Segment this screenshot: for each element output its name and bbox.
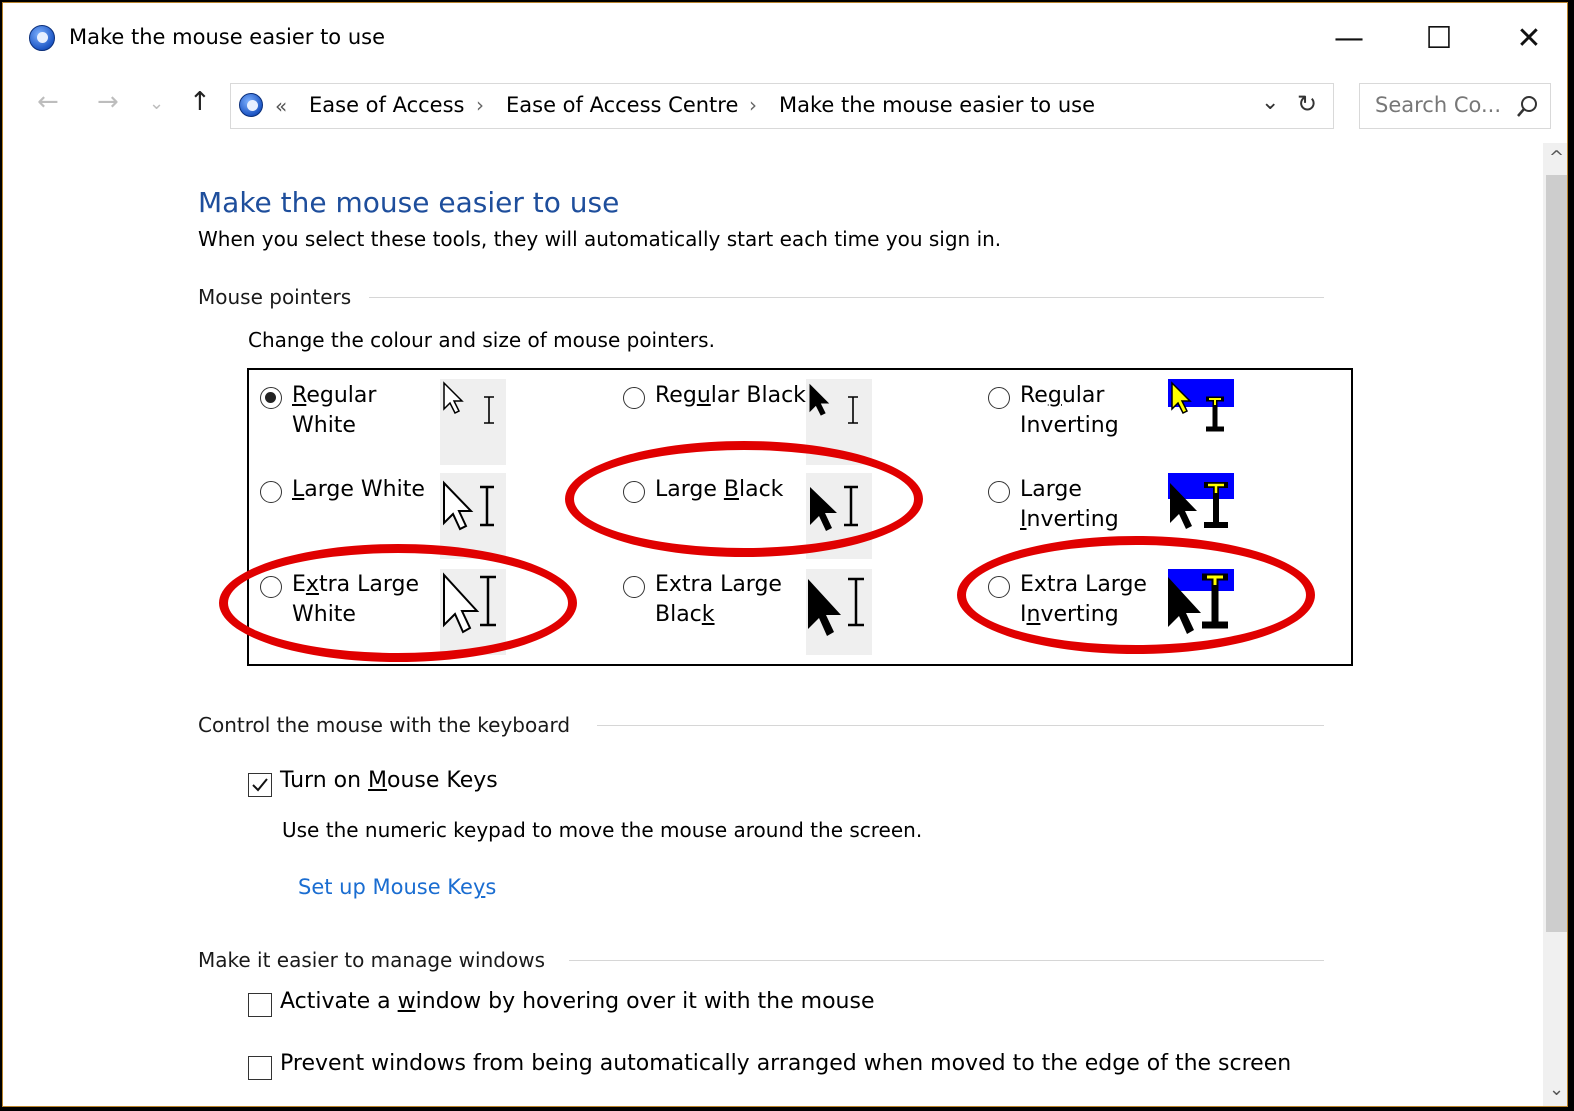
close-button[interactable]: ✕: [1499, 13, 1559, 63]
breadcrumb-ease-of-access[interactable]: Ease of Access: [309, 93, 464, 117]
window: Make the mouse easier to use — ☐ ✕ ← → ⌄…: [2, 2, 1568, 1107]
pointer-preview: [440, 473, 506, 559]
label-large-white[interactable]: Large White: [292, 475, 425, 505]
label-line-1: Regular: [1020, 383, 1105, 408]
label-line-2: Black: [655, 602, 715, 627]
breadcrumb-current[interactable]: Make the mouse easier to use: [779, 93, 1095, 117]
label-regular-black[interactable]: Regular Black: [655, 381, 806, 411]
label-extra-large-inverting[interactable]: Extra Large Inverting: [1020, 570, 1147, 630]
search-box[interactable]: Search Co...: [1359, 83, 1551, 129]
label-line-2: Inverting: [1020, 413, 1119, 438]
pointers-description: Change the colour and size of mouse poin…: [248, 328, 715, 352]
pointer-preview: [1168, 473, 1234, 559]
label-extra-large-black[interactable]: Extra Large Black: [655, 570, 782, 630]
radio-regular-black[interactable]: [623, 387, 645, 409]
label-line-1: Regular: [292, 383, 377, 408]
minimize-button[interactable]: —: [1319, 13, 1379, 63]
radio-large-black[interactable]: [623, 481, 645, 503]
section-windows-title: Make it easier to manage windows: [198, 948, 545, 972]
radio-extra-large-black[interactable]: [623, 576, 645, 598]
forward-button[interactable]: →: [97, 87, 119, 117]
label-line-1: Large White: [292, 477, 425, 502]
radio-extra-large-white[interactable]: [260, 576, 282, 598]
breadcrumb-separator: ›: [476, 93, 484, 117]
recent-locations-button[interactable]: ⌄: [149, 93, 164, 114]
section-mouse-pointers-title: Mouse pointers: [198, 285, 352, 309]
mouse-keys-description: Use the numeric keypad to move the mouse…: [282, 818, 923, 842]
label-line-1: Large: [1020, 477, 1082, 502]
up-button[interactable]: ↑: [189, 87, 211, 117]
window-title: Make the mouse easier to use: [69, 25, 386, 49]
mouse-keys-label-pre: Turn on: [280, 768, 369, 793]
link-accel: y: [472, 875, 486, 899]
label-line-1: Extra Large: [655, 572, 782, 597]
radio-regular-white[interactable]: [260, 387, 282, 409]
label-line-2: Inverting: [1020, 507, 1119, 532]
section-divider: [369, 297, 1324, 298]
mouse-keys-label-accel: M: [368, 768, 388, 793]
pointer-preview: [806, 473, 872, 559]
mouse-keys-checkbox[interactable]: [248, 773, 272, 797]
mouse-keys-label-post: ouse Keys: [387, 768, 498, 793]
pointer-preview: [806, 569, 872, 655]
control-panel-icon: [239, 93, 263, 117]
mouse-keys-label[interactable]: Turn on Mouse Keys: [280, 768, 498, 793]
label-line-1: Regular Black: [655, 383, 806, 408]
title-bar: Make the mouse easier to use — ☐ ✕: [3, 3, 1567, 73]
pointer-preview: [1168, 379, 1234, 465]
label-line-1: Extra Large: [292, 572, 419, 597]
label-line-2: White: [292, 602, 356, 627]
setup-mouse-keys-link[interactable]: Set up Mouse Keys: [298, 875, 496, 899]
back-button[interactable]: ←: [37, 87, 59, 117]
maximize-button[interactable]: ☐: [1409, 13, 1469, 63]
control-panel-icon: [29, 25, 55, 51]
search-icon[interactable]: [1516, 95, 1538, 119]
breadcrumb-overflow[interactable]: «: [275, 94, 287, 118]
label-line-2: Inverting: [1020, 602, 1119, 627]
page-subtitle: When you select these tools, they will a…: [198, 227, 1002, 251]
label-line-1: Extra Large: [1020, 572, 1147, 597]
label-large-inverting[interactable]: Large Inverting: [1020, 475, 1119, 535]
hover-activate-checkbox[interactable]: [248, 993, 272, 1017]
radio-extra-large-inverting[interactable]: [988, 576, 1010, 598]
section-keyboard-title: Control the mouse with the keyboard: [198, 713, 571, 737]
prevent-arrange-checkbox[interactable]: [248, 1056, 272, 1080]
prevent-arrange-label[interactable]: Prevent windows from being automatically…: [280, 1051, 1291, 1076]
link-pre: Set up Mouse Ke: [298, 875, 473, 899]
scrollbar-thumb[interactable]: [1546, 175, 1567, 932]
address-dropdown-button[interactable]: ⌄: [1261, 90, 1279, 115]
label-large-black[interactable]: Large Black: [655, 475, 783, 505]
radio-large-white[interactable]: [260, 481, 282, 503]
pointer-preview: [1168, 569, 1234, 655]
hover-label-pre: Activate a: [280, 989, 398, 1014]
hover-label-accel: w: [397, 989, 416, 1014]
label-extra-large-white[interactable]: Extra Large White: [292, 570, 419, 630]
address-bar[interactable]: « Ease of Access › Ease of Access Centre…: [230, 83, 1334, 129]
pointer-preview: [440, 379, 506, 465]
section-divider: [569, 960, 1324, 961]
page-title: Make the mouse easier to use: [198, 186, 620, 219]
breadcrumb-ease-of-access-centre[interactable]: Ease of Access Centre: [506, 93, 738, 117]
breadcrumb-separator: ›: [749, 93, 757, 117]
hover-activate-label[interactable]: Activate a window by hovering over it wi…: [280, 989, 874, 1014]
label-regular-white[interactable]: Regular White: [292, 381, 376, 441]
section-divider: [597, 725, 1324, 726]
search-input[interactable]: Search Co...: [1375, 93, 1501, 117]
radio-large-inverting[interactable]: [988, 481, 1010, 503]
scroll-up-arrow[interactable]: ^: [1549, 147, 1564, 168]
scroll-down-arrow[interactable]: ⌄: [1549, 1079, 1564, 1100]
hover-label-post: indow by hovering over it with the mouse: [415, 989, 875, 1014]
pointer-preview: [806, 379, 872, 465]
label-line-1: Large Black: [655, 477, 784, 502]
link-post: s: [485, 875, 497, 899]
radio-regular-inverting[interactable]: [988, 387, 1010, 409]
label-line-2: White: [292, 413, 356, 438]
pointer-preview: [440, 569, 506, 655]
refresh-button[interactable]: ↻: [1297, 90, 1317, 118]
label-regular-inverting[interactable]: Regular Inverting: [1020, 381, 1119, 441]
